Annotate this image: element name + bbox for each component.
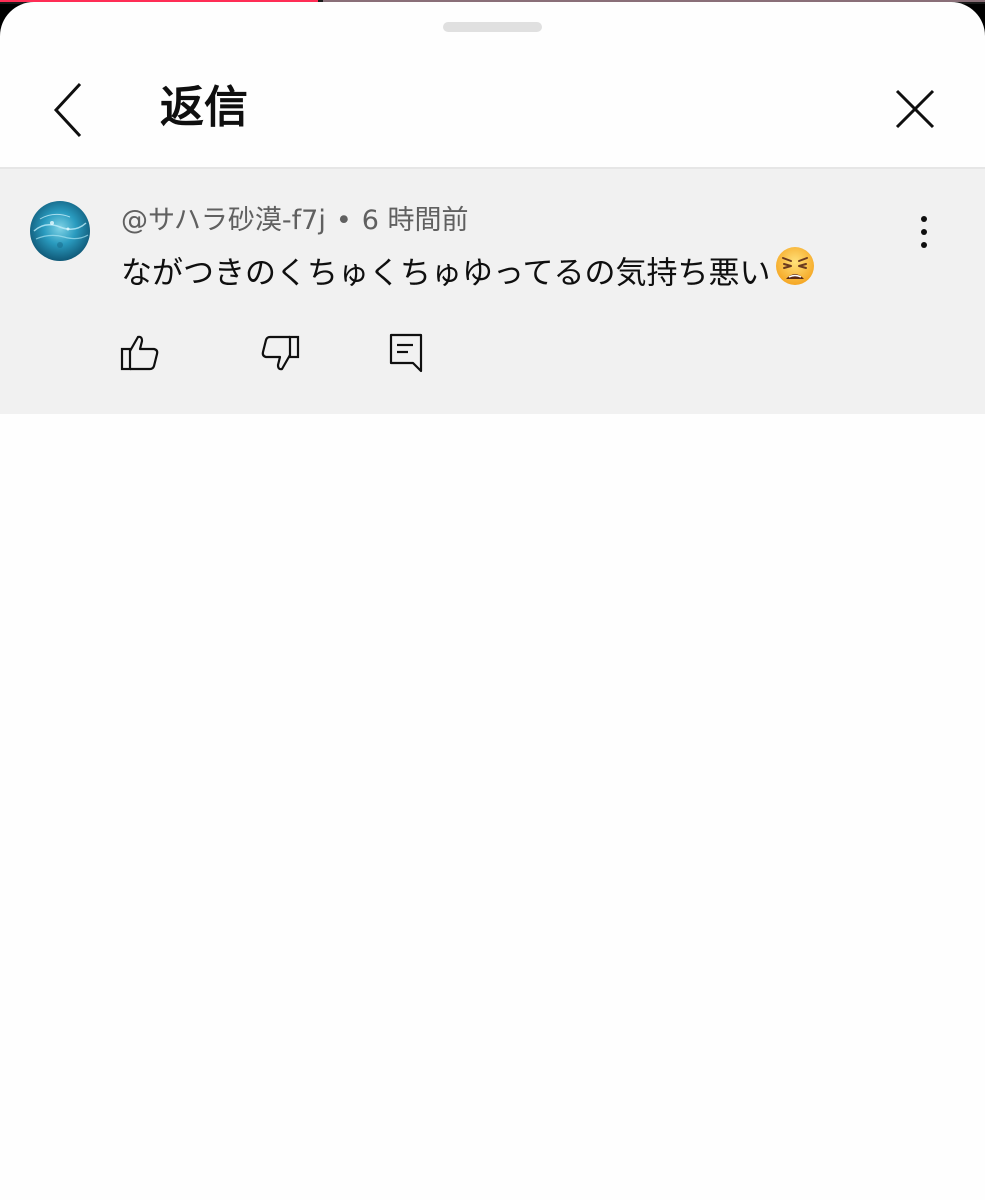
- comment-time[interactable]: 6 時間前: [362, 205, 469, 236]
- avatar[interactable]: [30, 201, 90, 261]
- more-options-button[interactable]: [906, 207, 942, 257]
- thumbs-down-icon: [261, 335, 300, 371]
- sheet-header: 返信: [0, 40, 985, 169]
- comment-item: @サハラ砂漠-f7j • 6 時間前 ながつきのくちゅくちゅゆってるの気持ち悪い: [0, 169, 985, 414]
- comment-author[interactable]: @サハラ砂漠-f7j: [121, 205, 326, 236]
- weary-face-emoji: [774, 245, 816, 299]
- comment-body: ながつきのくちゅくちゅゆってるの気持ち悪い: [121, 247, 816, 299]
- chevron-left-icon: [53, 82, 82, 138]
- back-button[interactable]: [40, 70, 100, 150]
- reply-button[interactable]: [384, 331, 428, 375]
- comment-meta: @サハラ砂漠-f7j • 6 時間前: [121, 203, 469, 239]
- like-button[interactable]: [118, 331, 162, 375]
- reply-comment-icon: [389, 333, 423, 373]
- page-title: 返信: [160, 82, 248, 133]
- replies-sheet: 返信 @サハラ砂漠-f7j • 6 時間前 ながつきのくちゅくちゅゆってるの気持…: [0, 2, 985, 1200]
- close-button[interactable]: [884, 78, 946, 140]
- more-vertical-icon: [921, 216, 927, 248]
- avatar-water-image: [30, 201, 90, 261]
- thumbs-up-icon: [120, 335, 159, 371]
- meta-separator: •: [335, 205, 352, 236]
- dislike-button[interactable]: [258, 331, 302, 375]
- drag-handle[interactable]: [443, 22, 542, 32]
- comment-text: ながつきのくちゅくちゅゆってるの気持ち悪い: [121, 255, 771, 292]
- close-icon: [895, 89, 935, 129]
